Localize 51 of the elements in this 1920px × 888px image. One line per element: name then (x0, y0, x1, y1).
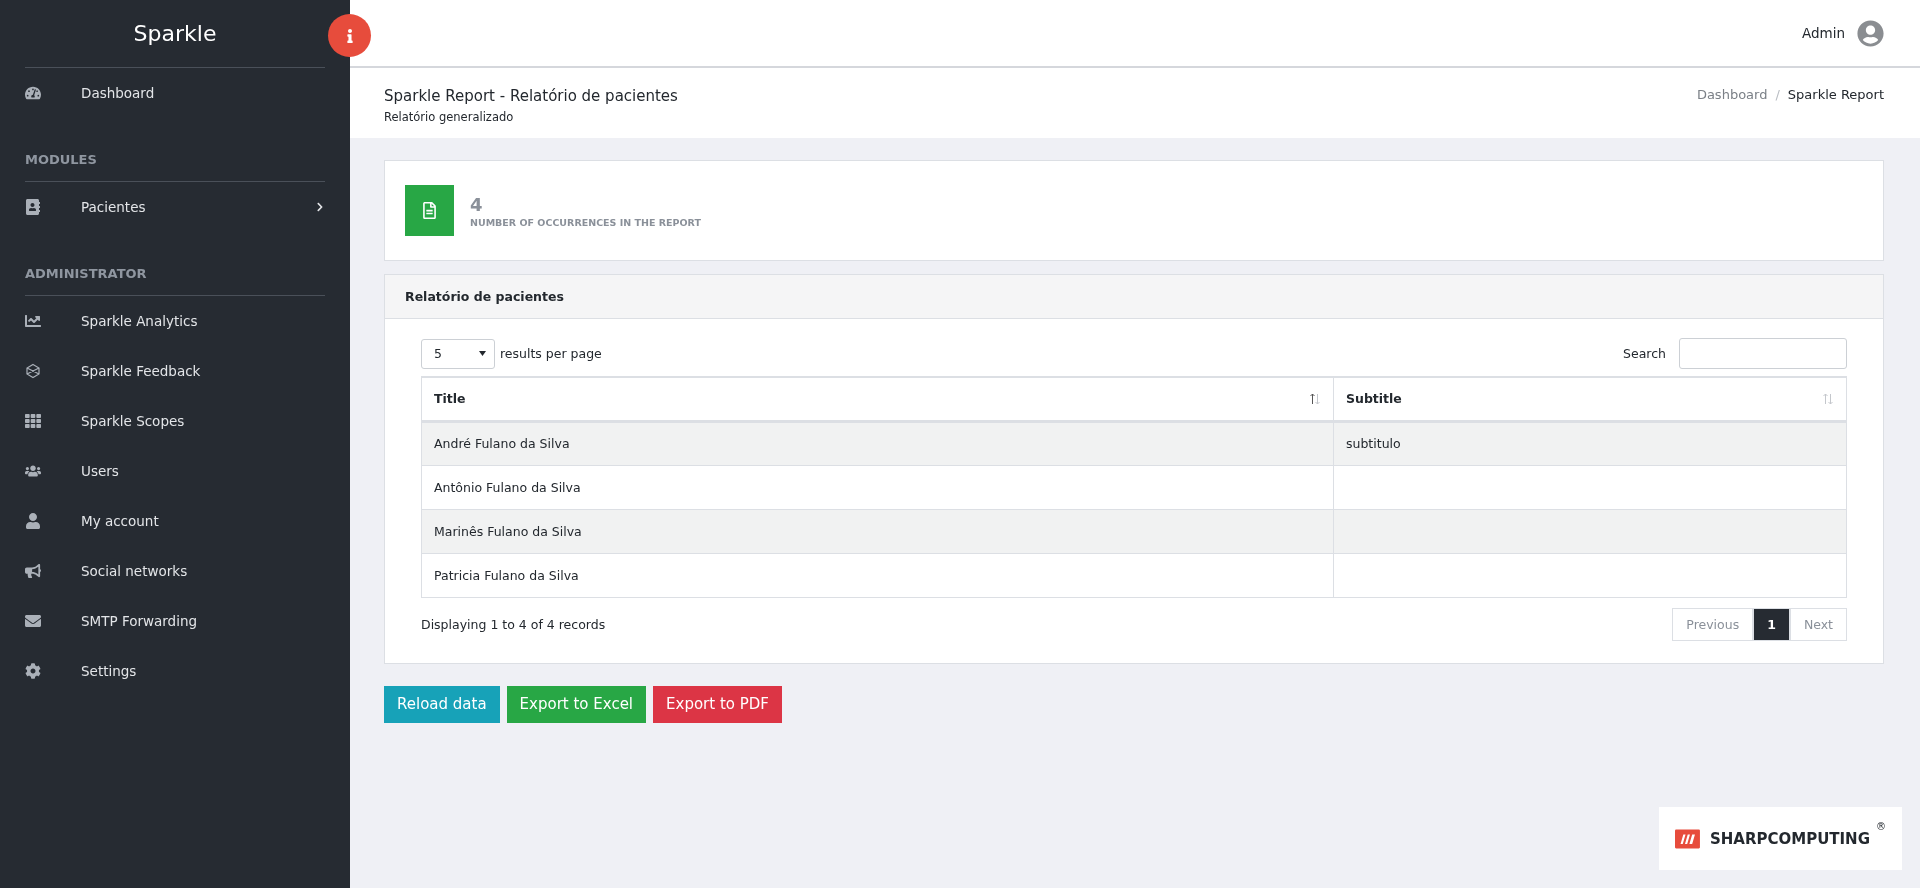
sidebar-item[interactable]: Sparkle Analytics (25, 296, 325, 346)
table-cell: André Fulano da Silva (421, 421, 1334, 465)
hexagon-icon (25, 363, 41, 379)
stat-value: 4 (470, 193, 484, 215)
table-cell: Antônio Fulano da Silva (421, 465, 1334, 509)
line-chart-icon (25, 313, 41, 329)
page-size-label: results per page (500, 346, 602, 361)
megaphone-icon (25, 563, 41, 579)
logo-text: SHARPCOMPUTING (1709, 829, 1870, 848)
card-title: Relatório de pacientes (385, 275, 1883, 319)
section-heading: MODULES (25, 118, 325, 182)
registered-mark: ® (1876, 821, 1886, 832)
envelope-icon (25, 613, 41, 629)
brand-title: Sparkle (25, 0, 325, 68)
user-icon (25, 513, 41, 529)
gauge-icon (25, 85, 41, 101)
page-title: Sparkle Report - Relatório de pacientes (384, 87, 678, 105)
action-button[interactable]: Export to PDF (653, 685, 782, 723)
sidebar-item[interactable]: My account (25, 496, 325, 546)
table-cell: Patricia Fulano da Silva (421, 553, 1334, 597)
sidebar-item[interactable]: Pacientes (25, 182, 325, 232)
sidebar-item[interactable]: SMTP Forwarding (25, 596, 325, 646)
settings-icon (25, 663, 41, 679)
search-field[interactable] (1679, 338, 1847, 369)
sidebar-item[interactable]: Sparkle Scopes (25, 396, 325, 446)
table-cell: Marinês Fulano da Silva (421, 509, 1334, 553)
page-button[interactable]: 1 (1753, 607, 1790, 641)
sidebar-item[interactable]: Users (25, 446, 325, 496)
breadcrumb-separator: / (1775, 87, 1780, 104)
contact-card-icon (25, 199, 41, 215)
breadcrumb-current: Sparkle Report (1787, 87, 1884, 104)
avatar-icon[interactable] (1857, 19, 1884, 47)
sidebar-item[interactable]: Sparkle Feedback (25, 346, 325, 396)
page-size-select[interactable]: 5 (421, 338, 495, 369)
page-subtitle: Relatório generalizado (384, 110, 515, 124)
sidebar-item[interactable]: Settings (25, 646, 325, 696)
table-cell: subtitulo (1333, 421, 1847, 465)
grid-icon (25, 413, 41, 429)
breadcrumb-link[interactable]: Dashboard (1696, 87, 1768, 138)
section-heading: ADMINISTRATOR (25, 232, 325, 296)
chevron-icon (315, 202, 325, 212)
records-summary: Displaying 1 to 4 of 4 records (421, 616, 606, 632)
caret-icon (479, 351, 486, 356)
search-label: Search (1623, 346, 1666, 361)
stat-label: NUMBER OF OCCURRENCES IN THE REPORT (470, 216, 701, 228)
user-name[interactable]: Admin (1801, 25, 1845, 41)
document-icon (405, 185, 454, 236)
sort-icon[interactable] (1309, 392, 1321, 405)
users-icon (25, 463, 41, 479)
sidebar-item[interactable]: Social networks (25, 546, 325, 596)
sidebar-item[interactable]: Dashboard (25, 68, 325, 118)
